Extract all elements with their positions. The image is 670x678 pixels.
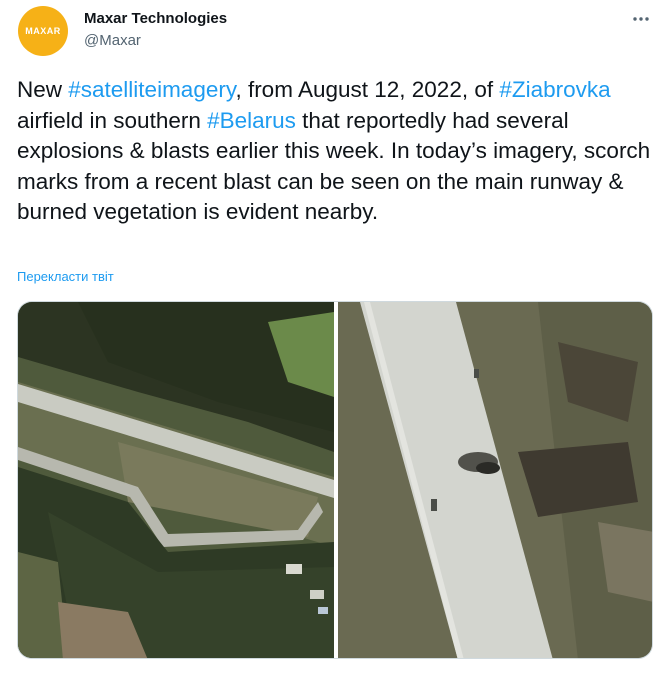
tweet-text-part: , from August 12, 2022, of	[235, 77, 500, 102]
media-gallery	[17, 301, 653, 659]
hashtag-link[interactable]: #satelliteimagery	[68, 77, 235, 102]
display-name[interactable]: Maxar Technologies	[84, 10, 227, 27]
translate-tweet-link[interactable]: Перекласти твіт	[17, 269, 114, 284]
user-handle[interactable]: @Maxar	[84, 32, 141, 49]
satellite-image-runway[interactable]	[338, 302, 653, 659]
hashtag-link[interactable]: #Ziabrovka	[499, 77, 610, 102]
tweet-text-part: New	[17, 77, 69, 102]
satellite-image-overview[interactable]	[18, 302, 334, 659]
tweet-text: New #satelliteimagery, from August 12, 2…	[17, 75, 657, 228]
more-options-button[interactable]	[628, 6, 654, 32]
avatar[interactable]: MAXAR	[18, 6, 68, 56]
more-options-icon	[633, 17, 649, 21]
tweet-text-part: airfield in southern	[17, 107, 208, 133]
hashtag-link[interactable]: #Belarus	[207, 108, 296, 133]
avatar-logo-text: MAXAR	[25, 26, 61, 36]
